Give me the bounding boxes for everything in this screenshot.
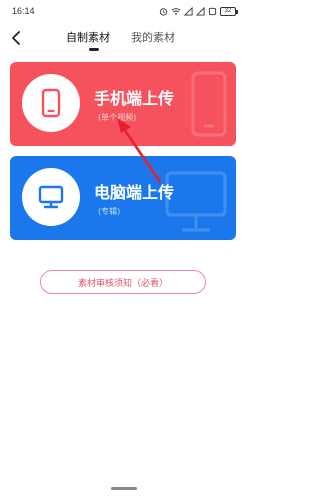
- status-bar: 16:14 32: [0, 0, 246, 22]
- pc-upload-subtitle: (专辑): [98, 207, 121, 216]
- home-indicator[interactable]: [111, 487, 137, 490]
- battery-icon: 32: [220, 6, 238, 16]
- sync-icon: [208, 7, 217, 15]
- signal-icon-2: [196, 6, 205, 16]
- chevron-left-icon: [12, 31, 20, 45]
- tab-my-material[interactable]: 我的素材: [131, 29, 175, 45]
- phone-upload-title: 手机端上传: [94, 89, 175, 108]
- monitor-icon-circle: [22, 168, 80, 226]
- pc-upload-title: 电脑端上传: [94, 183, 175, 202]
- status-icons: 32: [159, 6, 238, 16]
- pc-upload-card[interactable]: 电脑端上传 (专辑): [10, 156, 236, 240]
- phone-upload-card[interactable]: 手机端上传 (单个视频): [10, 62, 236, 146]
- tab-active-indicator: [89, 48, 99, 51]
- signal-icon: [184, 6, 193, 16]
- back-button[interactable]: [8, 27, 24, 49]
- wifi-icon: [171, 7, 181, 15]
- phone-upload-subtitle: (单个视频): [98, 113, 137, 122]
- phone-icon-circle: [22, 74, 80, 132]
- battery-level: 32: [224, 7, 232, 14]
- tab-self-made-material[interactable]: 自制素材: [66, 29, 110, 45]
- status-time: 16:14: [12, 6, 35, 16]
- monitor-icon: [38, 185, 64, 209]
- top-nav: 自制素材 我的素材: [0, 22, 246, 56]
- phone-icon: [41, 88, 61, 118]
- alarm-icon: [159, 7, 168, 16]
- phone-watermark-icon: [191, 71, 227, 137]
- material-review-notice-button[interactable]: 素材审核须知（必看）: [40, 270, 206, 294]
